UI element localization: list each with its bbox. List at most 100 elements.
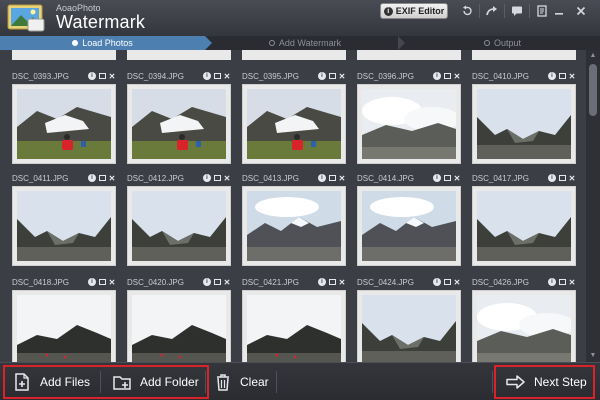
photo-remove-icon[interactable]: ✕ [223, 278, 231, 287]
photo-info-icon[interactable]: i [433, 174, 441, 182]
photo-info-icon[interactable]: i [433, 278, 441, 286]
toolbar-divider [479, 4, 480, 18]
photo-remove-icon[interactable]: ✕ [108, 174, 116, 183]
photo-thumbnail[interactable] [12, 186, 116, 266]
vertical-scrollbar[interactable]: ▲ ▼ [586, 50, 600, 362]
photo-thumbnail[interactable] [472, 84, 576, 164]
photo-preview-icon[interactable] [443, 72, 451, 80]
scroll-down-icon[interactable]: ▼ [589, 352, 597, 360]
photo-info-icon[interactable]: i [88, 174, 96, 182]
exif-editor-button[interactable]: i EXIF Editor [380, 3, 448, 19]
preview-box-shape [328, 279, 336, 285]
photo-tile[interactable]: DSC_0396.JPG i ✕ [357, 70, 461, 166]
photo-tile[interactable]: DSC_0394.JPG i ✕ [127, 70, 231, 166]
photo-remove-icon[interactable]: ✕ [108, 278, 116, 287]
photo-actions: i ✕ [318, 72, 346, 81]
photo-remove-icon[interactable]: ✕ [338, 72, 346, 81]
photo-preview-icon[interactable] [98, 174, 106, 182]
chat-icon[interactable] [506, 2, 528, 20]
photo-tile[interactable]: DSC_0410.JPG i ✕ [472, 70, 576, 166]
photo-info-icon[interactable]: i [548, 72, 556, 80]
photo-info-icon[interactable]: i [548, 278, 556, 286]
photo-thumbnail[interactable] [357, 84, 461, 164]
preview-box-shape [328, 73, 336, 79]
photo-remove-icon[interactable]: ✕ [453, 174, 461, 183]
photo-tile[interactable]: DSC_0393.JPG i ✕ [12, 70, 116, 166]
share-icon[interactable] [481, 2, 503, 20]
photo-thumbnail[interactable] [127, 186, 231, 266]
photo-info-icon[interactable]: i [318, 278, 326, 286]
photo-tile[interactable]: DSC_0412.JPG i ✕ [127, 172, 231, 268]
photo-preview-icon[interactable] [558, 278, 566, 286]
undo-icon[interactable] [456, 2, 478, 20]
photo-tile[interactable]: DSC_0413.JPG i ✕ [242, 172, 346, 268]
photo-thumbnail[interactable] [472, 290, 576, 362]
step-load-photos[interactable]: Load Photos [0, 36, 205, 50]
photo-preview-icon[interactable] [98, 278, 106, 286]
photo-remove-icon[interactable]: ✕ [338, 174, 346, 183]
photo-thumbnail[interactable] [12, 84, 116, 164]
photo-tile[interactable]: DSC_0421.JPG i ✕ [242, 276, 346, 362]
photo-tile[interactable]: DSC_0414.JPG i ✕ [357, 172, 461, 268]
photo-preview-icon[interactable] [213, 278, 221, 286]
photo-preview-icon[interactable] [213, 72, 221, 80]
photo-thumbnail[interactable] [12, 290, 116, 362]
photo-info-icon[interactable]: i [203, 278, 211, 286]
step-add-watermark[interactable]: Add Watermark [205, 36, 405, 50]
photo-preview-icon[interactable] [443, 278, 451, 286]
photo-preview-icon[interactable] [98, 72, 106, 80]
partial-photo-frame [242, 50, 346, 60]
photo-tile[interactable]: DSC_0417.JPG i ✕ [472, 172, 576, 268]
photo-remove-icon[interactable]: ✕ [568, 174, 576, 183]
photo-tile[interactable]: DSC_0420.JPG i ✕ [127, 276, 231, 362]
toolbar-divider [504, 4, 505, 18]
scroll-thumb[interactable] [589, 64, 597, 116]
photo-remove-icon[interactable]: ✕ [453, 278, 461, 287]
photo-info-icon[interactable]: i [203, 72, 211, 80]
photo-remove-icon[interactable]: ✕ [568, 278, 576, 287]
photo-tile[interactable]: DSC_0424.JPG i ✕ [357, 276, 461, 362]
photo-thumbnail[interactable] [242, 186, 346, 266]
photo-tile[interactable]: DSC_0418.JPG i ✕ [12, 276, 116, 362]
photo-remove-icon[interactable]: ✕ [223, 174, 231, 183]
photo-info-icon[interactable]: i [433, 72, 441, 80]
photo-thumbnail[interactable] [127, 290, 231, 362]
photo-image [247, 191, 341, 261]
photo-thumbnail[interactable] [242, 84, 346, 164]
photo-thumbnail[interactable] [242, 290, 346, 362]
photo-info-icon[interactable]: i [548, 174, 556, 182]
preview-box-shape [558, 279, 566, 285]
scroll-up-icon[interactable]: ▲ [589, 52, 597, 60]
photo-info-icon[interactable]: i [88, 278, 96, 286]
photo-thumbnail[interactable] [357, 290, 461, 362]
photo-info-icon[interactable]: i [203, 174, 211, 182]
close-icon[interactable] [570, 2, 592, 20]
photo-remove-icon[interactable]: ✕ [568, 72, 576, 81]
step-output[interactable]: Output [405, 36, 600, 50]
photo-info-icon[interactable]: i [318, 174, 326, 182]
photo-preview-icon[interactable] [443, 174, 451, 182]
photo-preview-icon[interactable] [213, 174, 221, 182]
photo-remove-icon[interactable]: ✕ [108, 72, 116, 81]
steps-bar: Load Photos Add Watermark Output [0, 36, 600, 50]
photo-tile[interactable]: DSC_0395.JPG i ✕ [242, 70, 346, 166]
minimize-icon[interactable] [548, 2, 570, 20]
photo-image [477, 191, 571, 261]
photo-info-icon[interactable]: i [318, 72, 326, 80]
photo-preview-icon[interactable] [558, 174, 566, 182]
photo-remove-icon[interactable]: ✕ [223, 72, 231, 81]
photo-tile[interactable]: DSC_0411.JPG i ✕ [12, 172, 116, 268]
photo-remove-icon[interactable]: ✕ [338, 278, 346, 287]
clear-button[interactable]: Clear [214, 363, 269, 400]
app-title: Watermark [56, 12, 146, 32]
photo-remove-icon[interactable]: ✕ [453, 72, 461, 81]
photo-thumbnail[interactable] [357, 186, 461, 266]
photo-preview-icon[interactable] [558, 72, 566, 80]
photo-thumbnail[interactable] [472, 186, 576, 266]
photo-info-icon[interactable]: i [88, 72, 96, 80]
photo-tile[interactable]: DSC_0426.JPG i ✕ [472, 276, 576, 362]
photo-preview-icon[interactable] [328, 278, 336, 286]
photo-thumbnail[interactable] [127, 84, 231, 164]
photo-preview-icon[interactable] [328, 72, 336, 80]
photo-preview-icon[interactable] [328, 174, 336, 182]
